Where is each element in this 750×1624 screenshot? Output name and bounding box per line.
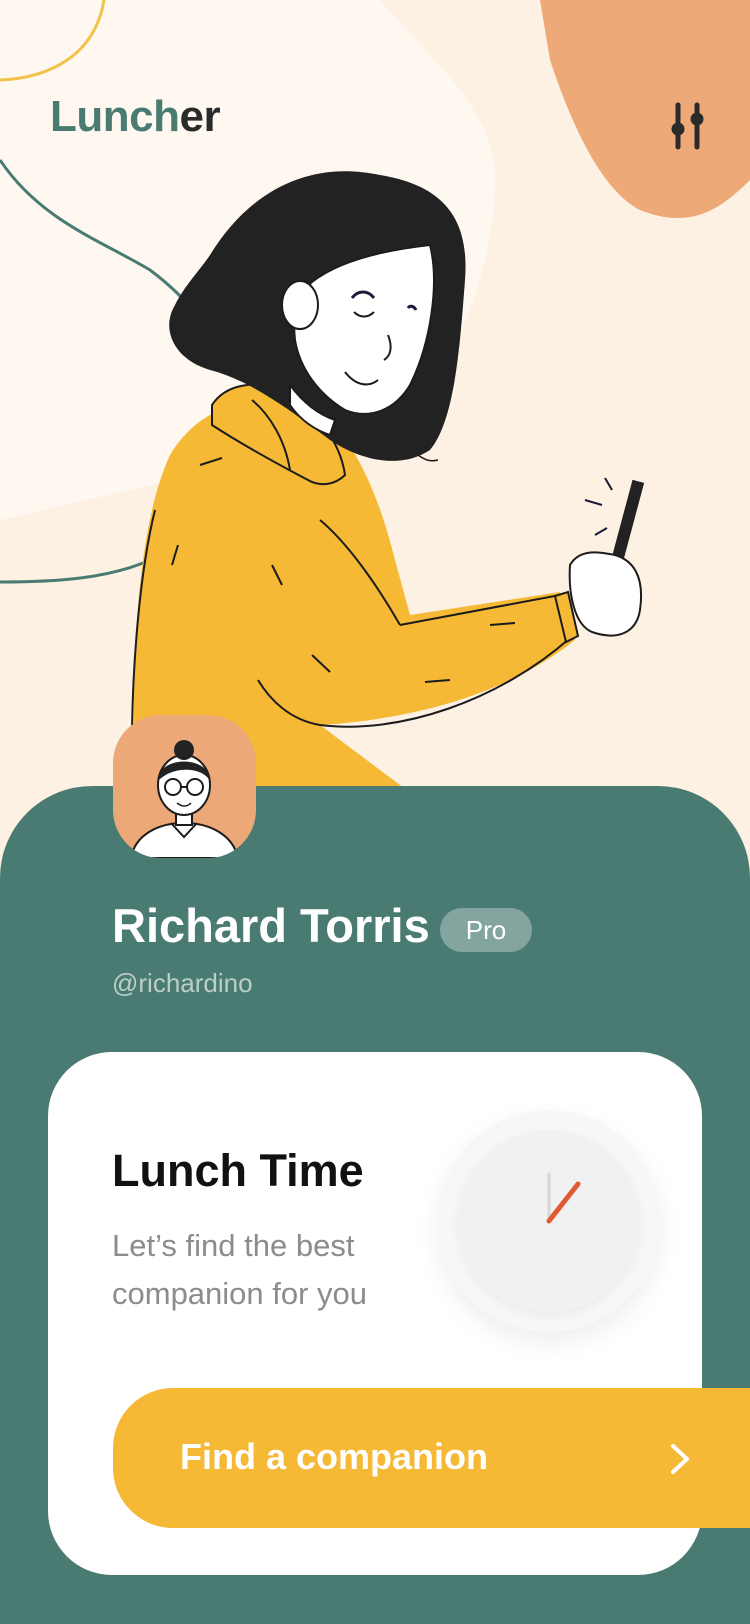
filter-button[interactable]	[664, 98, 712, 154]
card-title: Lunch Time	[112, 1145, 364, 1196]
logo-part-er: er	[179, 92, 221, 141]
profile-screen: Luncher Richard Torris Pro @richardino L…	[0, 0, 750, 1624]
user-handle: @richardino	[112, 968, 253, 998]
user-name: Richard Torris	[112, 899, 430, 952]
find-companion-label: Find a companion	[180, 1436, 489, 1477]
sliders-icon	[671, 102, 704, 150]
pro-badge: Pro	[440, 908, 532, 952]
avatar[interactable]	[113, 715, 256, 858]
logo-part-lunch: Lunch	[50, 92, 180, 141]
chevron-right-icon	[671, 1444, 689, 1474]
woman-with-phone-illustration	[131, 171, 645, 800]
card-subtitle: Let’s find the best companion for you	[112, 1228, 368, 1311]
clock-hands	[546, 1172, 581, 1224]
app-logo: Luncher	[50, 92, 221, 142]
man-with-glasses-avatar	[129, 740, 240, 858]
